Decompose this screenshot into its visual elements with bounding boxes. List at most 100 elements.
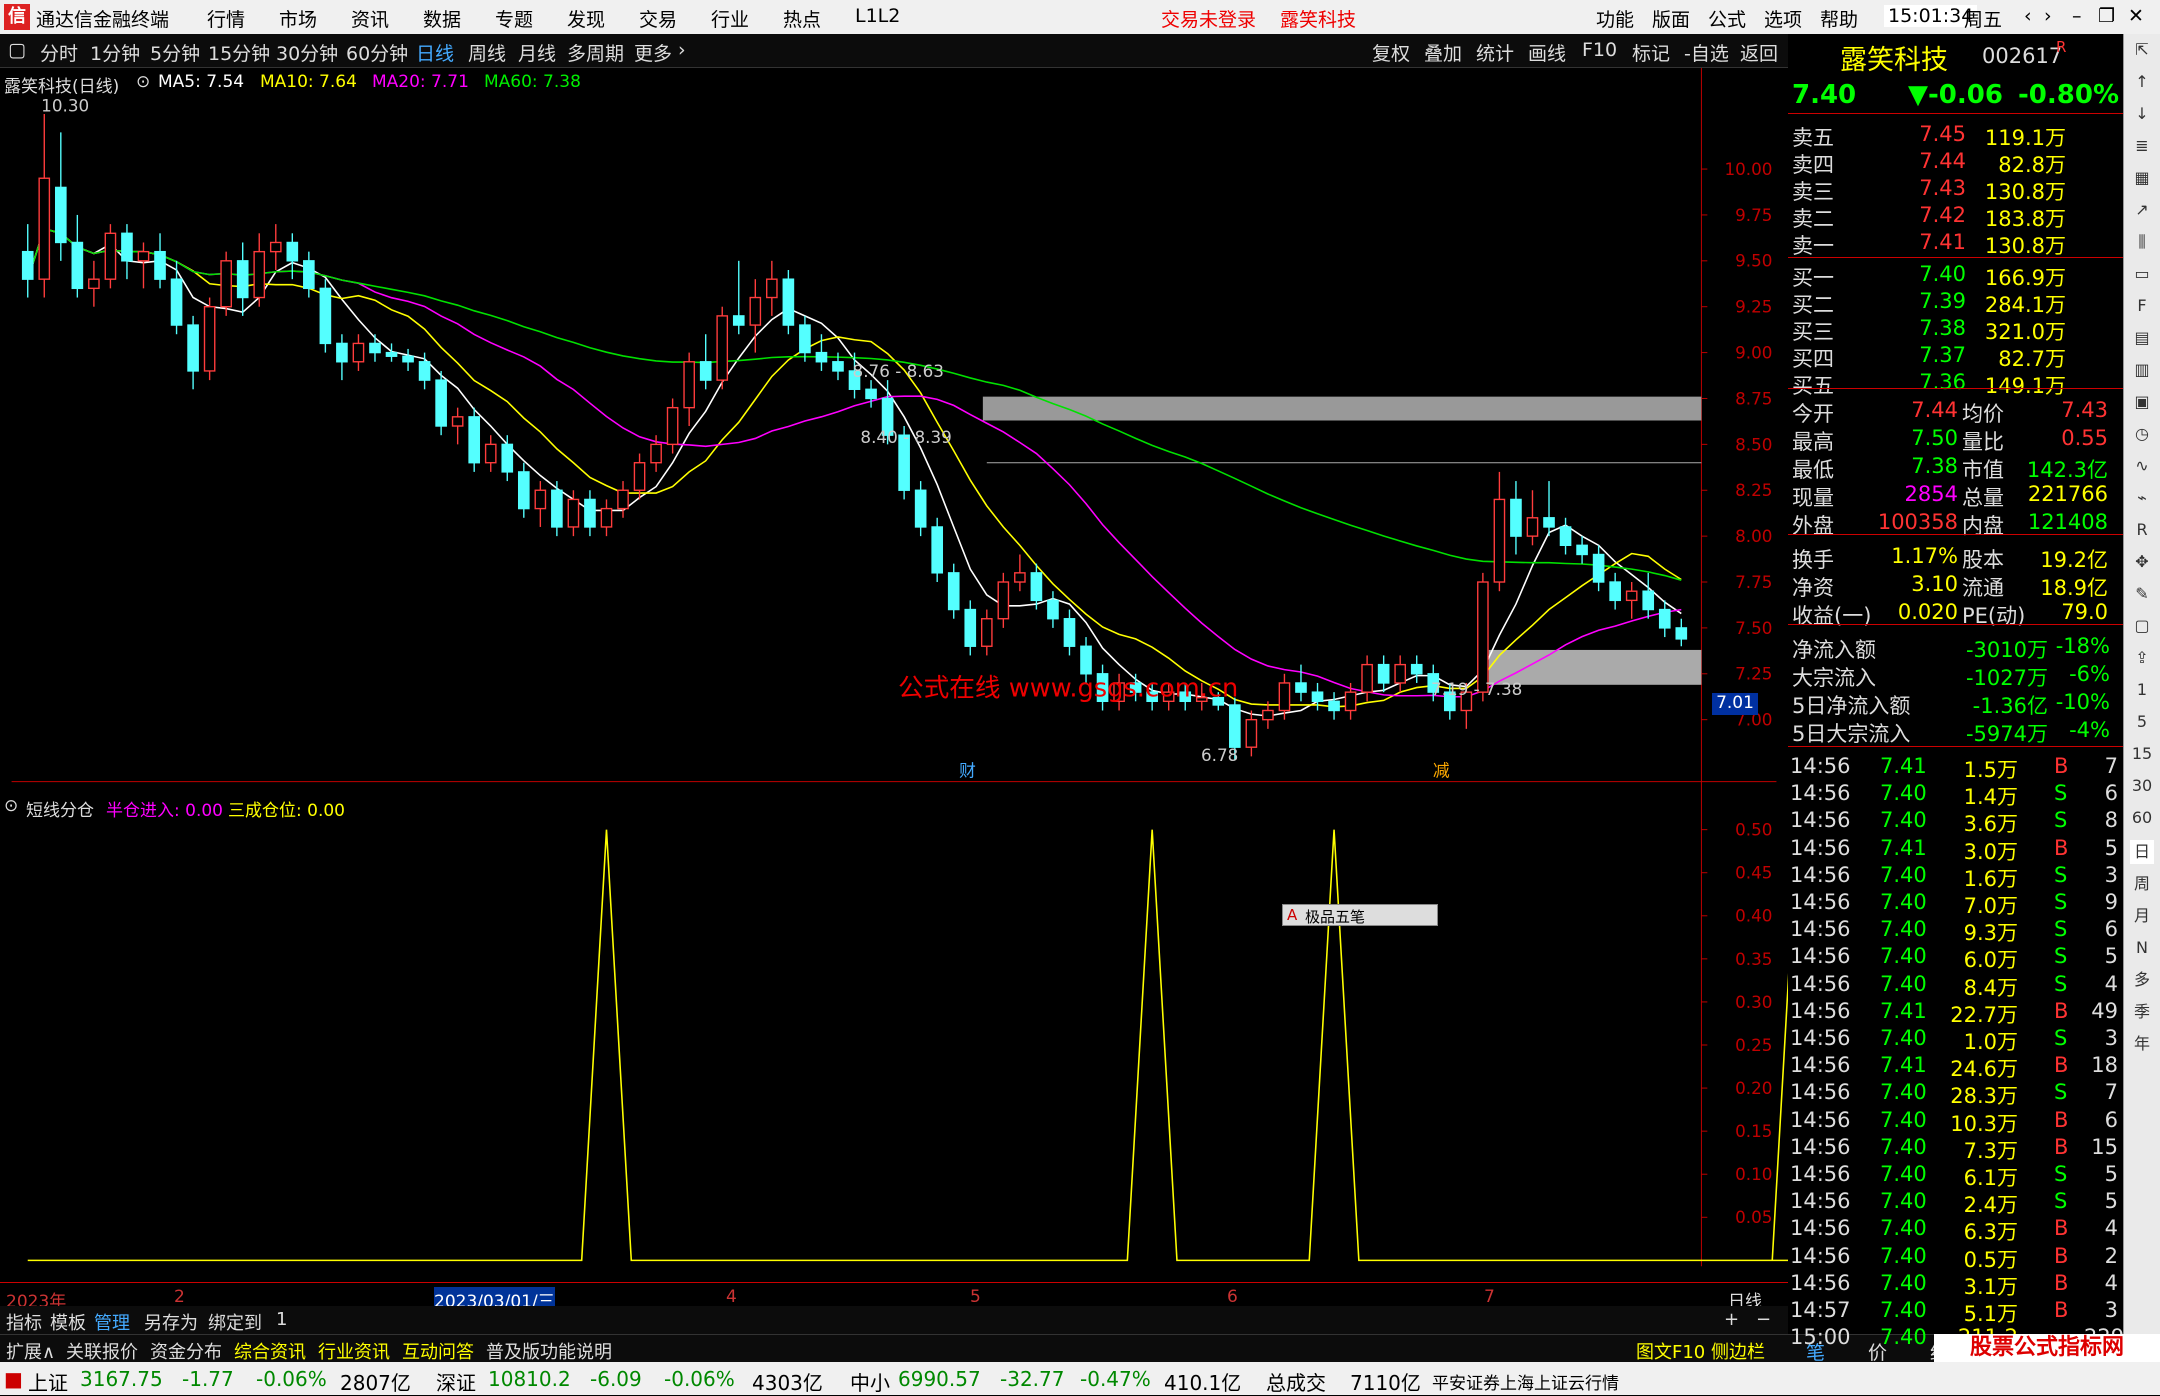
candle[interactable] xyxy=(980,609,993,656)
menu-gongshi[interactable]: 公式 xyxy=(1708,5,1746,32)
candle[interactable] xyxy=(1410,655,1423,683)
candle[interactable] xyxy=(534,481,547,527)
candle[interactable] xyxy=(997,572,1010,628)
tab-weekly[interactable]: 周线 xyxy=(468,39,506,66)
tick-row[interactable]: 14:56 7.40 7.3万 B 15 xyxy=(1788,1135,2123,1163)
candle[interactable] xyxy=(1328,692,1340,720)
candle[interactable] xyxy=(1675,618,1688,647)
menu-zhuanti[interactable]: 专题 xyxy=(495,5,533,32)
flow-row[interactable]: 5日大宗流入 -5974万 -4% xyxy=(1788,718,2123,746)
candle[interactable] xyxy=(336,334,348,381)
candle[interactable] xyxy=(435,370,447,436)
candle[interactable] xyxy=(1245,710,1258,757)
candle[interactable] xyxy=(600,499,613,537)
monitor-icon[interactable]: ▭ xyxy=(2130,262,2154,286)
candle[interactable] xyxy=(38,113,51,298)
sb-num-15[interactable]: 15 xyxy=(2130,742,2154,766)
candle[interactable] xyxy=(1526,490,1539,546)
rsi-icon[interactable]: R xyxy=(2130,518,2154,542)
menu-zixun[interactable]: 资讯 xyxy=(351,5,389,32)
menu-faxian[interactable]: 发现 xyxy=(567,5,605,32)
down-icon[interactable]: ↓ xyxy=(2130,102,2154,126)
candle[interactable] xyxy=(1543,481,1555,537)
candle[interactable] xyxy=(88,260,100,307)
tab-fenshi[interactable]: 分时 xyxy=(40,39,78,66)
clock-icon[interactable]: ◷ xyxy=(2130,422,2154,446)
menu-xuanxiang[interactable]: 选项 xyxy=(1764,5,1802,32)
flow-row[interactable]: 净流入额 -3010万 -18% xyxy=(1788,634,2123,662)
candle[interactable] xyxy=(1559,517,1572,555)
collapse-icon[interactable]: ⇱ xyxy=(2130,38,2154,62)
sb-multi[interactable]: 多 xyxy=(2130,968,2154,992)
stat-row[interactable]: 外盘 100358 内盘 121408 xyxy=(1788,510,2123,538)
btn-moban[interactable]: 模板 xyxy=(50,1309,86,1335)
bid-row[interactable]: 买五 7.36 149.1万 xyxy=(1788,370,2123,398)
candle[interactable] xyxy=(931,517,944,583)
tab-30min[interactable]: 30分钟 xyxy=(276,39,338,66)
candle[interactable] xyxy=(766,260,778,316)
candle[interactable] xyxy=(1625,582,1638,619)
tab-15min[interactable]: 15分钟 xyxy=(208,39,270,66)
tab-monthly[interactable]: 月线 xyxy=(518,39,556,66)
bid-row[interactable]: 买四 7.37 82.7万 xyxy=(1788,343,2123,371)
candle[interactable] xyxy=(71,214,84,298)
tick-row[interactable]: 14:56 7.40 0.5万 B 2 xyxy=(1788,1244,2123,1272)
analysis-icon[interactable]: ⌁ xyxy=(2130,486,2154,510)
candle[interactable] xyxy=(1361,655,1373,702)
candle[interactable] xyxy=(1295,664,1307,702)
grid-icon[interactable]: ▦ xyxy=(2130,166,2154,190)
bid-row[interactable]: 买三 7.38 321.0万 xyxy=(1788,316,2123,344)
tick-row[interactable]: 14:56 7.40 1.4万 S 6 xyxy=(1788,781,2123,809)
ime-toolbar[interactable]: A 极品五笔 xyxy=(1282,904,1438,926)
btn-zixuan[interactable]: -自选 xyxy=(1684,39,1729,66)
candle[interactable] xyxy=(484,435,497,472)
tick-row[interactable]: 14:56 7.40 3.1万 B 4 xyxy=(1788,1271,2123,1299)
menu-redian[interactable]: 热点 xyxy=(783,5,821,32)
candle[interactable] xyxy=(220,251,232,316)
candle[interactable] xyxy=(286,233,299,280)
sb-num-1[interactable]: 1 xyxy=(2130,678,2154,702)
zx-label[interactable]: 中小 xyxy=(850,1367,890,1396)
candle[interactable] xyxy=(517,462,530,518)
tick-row[interactable]: 14:56 7.40 6.3万 B 4 xyxy=(1788,1216,2123,1244)
candle[interactable] xyxy=(104,224,117,289)
tick-row[interactable]: 14:56 7.41 1.5万 B 7 xyxy=(1788,754,2123,782)
candle[interactable] xyxy=(914,481,927,537)
tab-hudong[interactable]: 互动问答 xyxy=(402,1338,474,1364)
candle[interactable] xyxy=(584,490,596,537)
zoom-out-icon[interactable]: − xyxy=(1756,1309,1771,1330)
sb-year[interactable]: 年 xyxy=(2130,1032,2154,1056)
candle[interactable] xyxy=(319,279,332,353)
candle[interactable] xyxy=(236,242,249,316)
tab-more[interactable]: 更多 xyxy=(634,39,672,66)
tick-row[interactable]: 14:56 7.40 9.3万 S 6 xyxy=(1788,917,2123,945)
menu-jiaoyi[interactable]: 交易 xyxy=(639,5,677,32)
tick-row[interactable]: 14:56 7.40 28.3万 S 7 xyxy=(1788,1080,2123,1108)
menu-hangqing[interactable]: 行情 xyxy=(207,5,245,32)
sb-month[interactable]: 月 xyxy=(2130,904,2154,928)
candle[interactable] xyxy=(352,334,365,371)
trade-login-notice[interactable]: 交易未登录 xyxy=(1161,5,1256,32)
menu-hangye[interactable]: 行业 xyxy=(711,5,749,32)
tick-row[interactable]: 14:56 7.40 2.4万 S 5 xyxy=(1788,1189,2123,1217)
candle[interactable] xyxy=(1377,655,1390,693)
candle[interactable] xyxy=(732,260,745,335)
stat-row[interactable]: 现量 2854 总量 221766 xyxy=(1788,482,2123,510)
ask-row[interactable]: 卖五 7.45 119.1万 xyxy=(1788,122,2123,150)
candle[interactable] xyxy=(666,398,679,454)
zoom-in-icon[interactable]: + xyxy=(1724,1309,1739,1330)
pen-icon[interactable]: ✎ xyxy=(2130,582,2154,606)
ask-row[interactable]: 卖二 7.42 183.8万 xyxy=(1788,203,2123,231)
stat2-row[interactable]: 净资 3.10 流通 18.9亿 xyxy=(1788,572,2123,600)
line-chart-icon[interactable]: ↗ xyxy=(2130,198,2154,222)
tick-row[interactable]: 14:56 7.40 6.1万 S 5 xyxy=(1788,1162,2123,1190)
sz-label[interactable]: 深证 xyxy=(436,1367,476,1396)
tick-row[interactable]: 14:56 7.40 7.0万 S 9 xyxy=(1788,890,2123,918)
btn-f10[interactable]: F10 xyxy=(1582,39,1617,61)
bid-row[interactable]: 买二 7.39 284.1万 xyxy=(1788,289,2123,317)
sh-label[interactable]: 上证 xyxy=(28,1367,68,1396)
candle[interactable] xyxy=(170,260,183,335)
candle[interactable] xyxy=(468,407,481,472)
candle[interactable] xyxy=(369,334,381,362)
up-icon[interactable]: ↑ xyxy=(2130,70,2154,94)
